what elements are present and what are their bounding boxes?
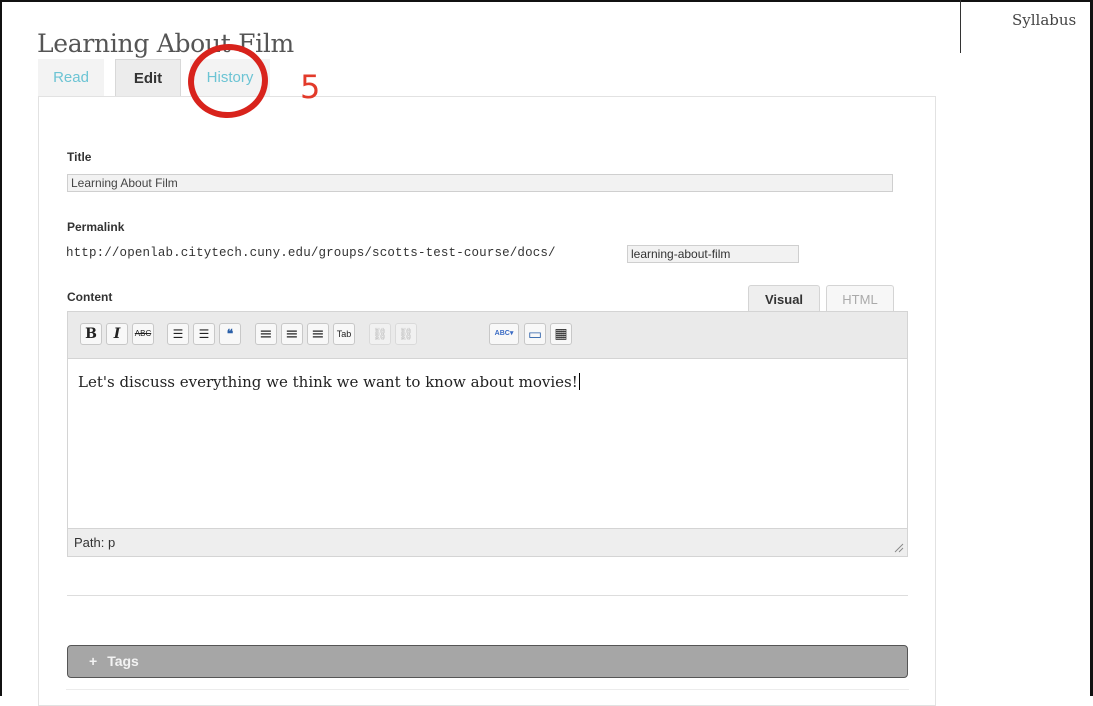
italic-button[interactable]: I xyxy=(106,323,128,345)
tab-html[interactable]: HTML xyxy=(826,285,894,312)
indent-button[interactable]: Tab xyxy=(333,323,355,345)
blockquote-icon: ❝ xyxy=(226,327,234,341)
permalink-base-url: http://openlab.citytech.cuny.edu/groups/… xyxy=(66,246,556,260)
unlink-button[interactable]: ⛓ xyxy=(395,323,417,345)
page-title: Learning About Film xyxy=(37,29,294,58)
italic-icon: I xyxy=(113,326,121,342)
title-input[interactable]: Learning About Film xyxy=(67,174,893,192)
fullscreen-button[interactable]: ▭ xyxy=(524,323,546,345)
tab-indent-icon: Tab xyxy=(336,329,352,339)
editor-content-text: Let's discuss everything we think we wan… xyxy=(78,373,578,391)
screenshot-frame-left xyxy=(0,0,2,696)
tab-edit[interactable]: Edit xyxy=(115,59,181,97)
content-label: Content xyxy=(67,290,113,304)
align-right-icon: ≡ xyxy=(311,324,325,343)
insert-link-button[interactable]: ⛓ xyxy=(369,323,391,345)
strikethrough-button[interactable]: ABC xyxy=(132,323,154,345)
permalink-slug-input[interactable]: learning-about-film xyxy=(627,245,799,263)
section-separator xyxy=(67,595,908,596)
bold-button[interactable]: B xyxy=(80,323,102,345)
kitchen-sink-icon: ▦ xyxy=(554,326,568,342)
editor-toolbar: B I ABC ☰ ☰ ❝ ≡ ≡ ≡ Tab ⛓ ⛓ ABC▾ ▭ ▦ xyxy=(68,312,907,359)
bullet-list-button[interactable]: ☰ xyxy=(167,323,189,345)
resize-grip-icon[interactable] xyxy=(894,543,904,553)
plus-icon: + xyxy=(89,653,98,669)
numbered-list-button[interactable]: ☰ xyxy=(193,323,215,345)
editor-path: Path: p xyxy=(74,535,116,550)
sidebar-link-syllabus[interactable]: Syllabus xyxy=(1012,11,1076,29)
tags-toggle[interactable]: + Tags xyxy=(67,645,908,678)
link-icon: ⛓ xyxy=(372,327,388,341)
bold-icon: B xyxy=(85,326,97,342)
fullscreen-icon: ▭ xyxy=(527,325,543,343)
kitchen-sink-button[interactable]: ▦ xyxy=(550,323,572,345)
bullet-list-icon: ☰ xyxy=(172,327,184,341)
tab-visual[interactable]: Visual xyxy=(748,285,820,312)
sidebar-divider xyxy=(960,0,961,53)
align-left-button[interactable]: ≡ xyxy=(255,323,277,345)
spellcheck-button[interactable]: ABC▾ xyxy=(489,323,519,345)
spellcheck-icon: ABC xyxy=(494,330,510,337)
permalink-label: Permalink xyxy=(67,220,125,234)
align-center-button[interactable]: ≡ xyxy=(281,323,303,345)
align-left-icon: ≡ xyxy=(259,324,273,343)
title-label: Title xyxy=(67,150,92,164)
rich-text-editor: B I ABC ☰ ☰ ❝ ≡ ≡ ≡ Tab ⛓ ⛓ ABC▾ ▭ ▦ Let… xyxy=(67,311,908,557)
screenshot-frame-top xyxy=(0,0,1093,2)
tags-label: Tags xyxy=(107,653,139,669)
blockquote-button[interactable]: ❝ xyxy=(219,323,241,345)
tab-read[interactable]: Read xyxy=(38,59,104,97)
text-cursor xyxy=(578,373,580,390)
editor-statusbar: Path: p xyxy=(68,528,907,556)
annotation-step-number: 5 xyxy=(300,68,321,106)
editor-content-area[interactable]: Let's discuss everything we think we wan… xyxy=(68,359,907,529)
numbered-list-icon: ☰ xyxy=(198,327,210,341)
align-center-icon: ≡ xyxy=(285,324,299,343)
align-right-button[interactable]: ≡ xyxy=(307,323,329,345)
unlink-icon: ⛓ xyxy=(398,327,414,341)
tab-history[interactable]: History xyxy=(190,59,270,97)
strikethrough-icon: ABC xyxy=(134,329,152,338)
